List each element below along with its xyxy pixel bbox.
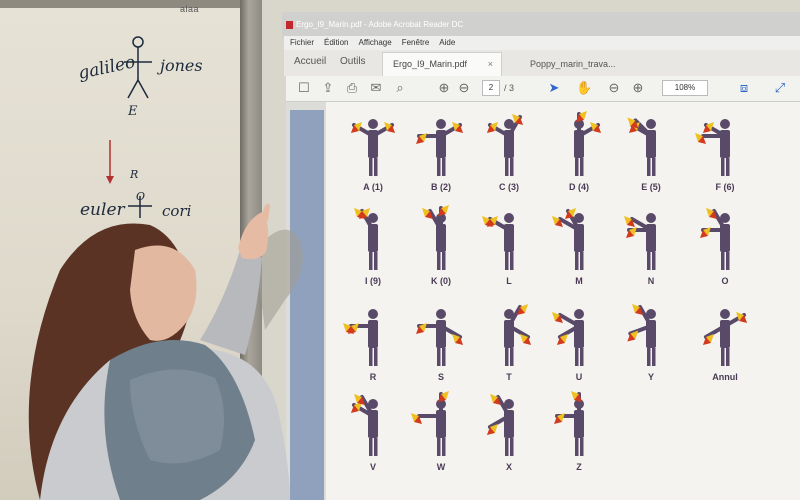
page-number-input[interactable]: 2: [482, 80, 500, 96]
pdf-page: A (1) B (2) C (3) D (4) E (5) F (6) I (9) K (0)…: [326, 102, 800, 500]
email-icon[interactable]: ✉: [368, 80, 384, 96]
menu-item-edit[interactable]: Édition: [324, 36, 348, 50]
semaphore-label: O: [721, 276, 729, 286]
semaphore-figure: [411, 391, 449, 456]
whiteboard-letter-o: O: [136, 190, 146, 203]
semaphore-label: C (3): [499, 182, 519, 192]
semaphore-figure: [422, 205, 449, 270]
projection-screen: Ergo_I9_Marin.pdf - Adobe Acrobat Reader…: [262, 0, 800, 500]
semaphore-figure: [700, 207, 730, 270]
tab-tools[interactable]: Outils: [340, 56, 366, 67]
semaphore-figure: [623, 213, 656, 270]
semaphore-figure: [350, 119, 396, 176]
full-screen-icon[interactable]: ⤢: [772, 80, 788, 96]
hand-icon[interactable]: ✋: [576, 80, 592, 96]
semaphore-figure: [416, 119, 464, 176]
document-viewer: A (1) B (2) C (3) D (4) E (5) F (6) I (9) K (0)…: [286, 102, 800, 500]
semaphore-label: N: [647, 276, 655, 286]
upload-icon[interactable]: ⇪: [320, 80, 336, 96]
semaphore-figure: [574, 111, 602, 176]
board-divider: [240, 0, 262, 500]
semaphore-label: Z: [576, 462, 582, 472]
tab-home[interactable]: Accueil: [294, 56, 326, 67]
cursor-icon[interactable]: ➤: [546, 80, 562, 96]
semaphore-figure: [551, 207, 584, 270]
document-tab-second[interactable]: Poppy_marin_trava...: [530, 52, 616, 76]
page-total: / 3: [504, 83, 515, 93]
whiteboard-letter-r: R: [130, 168, 139, 181]
semaphore-label: D (4): [569, 182, 589, 192]
semaphore-label: M: [575, 276, 583, 286]
semaphore-figure: [554, 391, 584, 456]
whiteboard-word-jones: jones: [160, 56, 203, 75]
whiteboard-word-cori: cori: [162, 202, 192, 220]
semaphore-label: W: [436, 462, 446, 472]
semaphore-figure: [695, 119, 730, 176]
semaphore-label: F (6): [715, 182, 735, 192]
pdf-app-icon: [286, 21, 293, 29]
navigation-pane[interactable]: [290, 110, 324, 500]
semaphore-label: R: [369, 372, 377, 382]
toolbar: ☐ ⇪ ⎙ ✉ ⌕ ⊕ ⊖ 2 / 3 ➤ ✋ ⊖ ⊕ 108% ⧈ ⤢: [286, 76, 800, 102]
print-icon[interactable]: ⎙: [344, 80, 360, 96]
bookmark-icon[interactable]: ☐: [296, 80, 312, 96]
semaphore-figure: [343, 309, 378, 366]
page-up-icon[interactable]: ⊕: [436, 80, 452, 96]
semaphore-label: Annul: [712, 372, 738, 382]
semaphore-figure: [481, 213, 514, 270]
semaphore-figure: [627, 303, 656, 366]
semaphore-label: V: [369, 462, 376, 472]
whiteboard-letter-e: E: [128, 104, 138, 119]
semaphore-label: U: [575, 372, 583, 382]
menu-item-file[interactable]: Fichier: [290, 36, 314, 50]
zoom-select[interactable]: 108%: [662, 80, 708, 96]
menu-item-help[interactable]: Aide: [439, 36, 455, 50]
semaphore-label: Y: [647, 372, 654, 382]
semaphore-figure: [486, 393, 514, 456]
semaphore-figure: [627, 117, 656, 176]
document-tab-active[interactable]: Ergo_I9_Marin.pdf ×: [382, 52, 502, 76]
semaphore-label: K (0): [431, 276, 451, 286]
menu-bar: Fichier Édition Affichage Fenêtre Aide: [284, 36, 800, 50]
close-tab-icon[interactable]: ×: [488, 53, 493, 75]
semaphore-label: T: [506, 372, 512, 382]
semaphore-label: X: [505, 462, 512, 472]
tab-bar: Accueil Outils Ergo_I9_Marin.pdf × Poppy…: [284, 50, 800, 76]
semaphore-label: S: [437, 372, 444, 382]
semaphore-label: E (5): [641, 182, 661, 192]
semaphore-figure: [354, 207, 378, 270]
document-tab-title: Ergo_I9_Marin.pdf: [393, 59, 468, 69]
whiteboard-word-euler: euler: [80, 200, 125, 220]
menu-item-view[interactable]: Affichage: [358, 36, 391, 50]
search-icon[interactable]: ⌕: [392, 80, 408, 96]
window-titlebar: Ergo_I9_Marin.pdf - Adobe Acrobat Reader…: [282, 12, 800, 38]
semaphore-figure: [702, 309, 748, 366]
semaphore-figure: [504, 303, 532, 366]
zoom-in-icon[interactable]: ⊕: [630, 80, 646, 96]
page-down-icon[interactable]: ⊖: [456, 80, 472, 96]
window-title: Ergo_I9_Marin.pdf - Adobe Acrobat Reader…: [296, 20, 464, 29]
fit-page-icon[interactable]: ⧈: [736, 80, 752, 96]
semaphore-label: B (2): [431, 182, 451, 192]
zoom-out-icon[interactable]: ⊖: [606, 80, 622, 96]
semaphore-label: L: [506, 276, 512, 286]
semaphore-figure: [486, 113, 523, 176]
whiteboard: alaa galileo jones E R euler O cori: [0, 0, 240, 500]
semaphore-label: I (9): [364, 276, 381, 286]
semaphore-figure: [350, 393, 378, 456]
semaphore-figure: [416, 309, 464, 366]
menu-item-window[interactable]: Fenêtre: [402, 36, 430, 50]
semaphore-label: A (1): [363, 182, 383, 192]
semaphore-figure: [551, 309, 584, 366]
